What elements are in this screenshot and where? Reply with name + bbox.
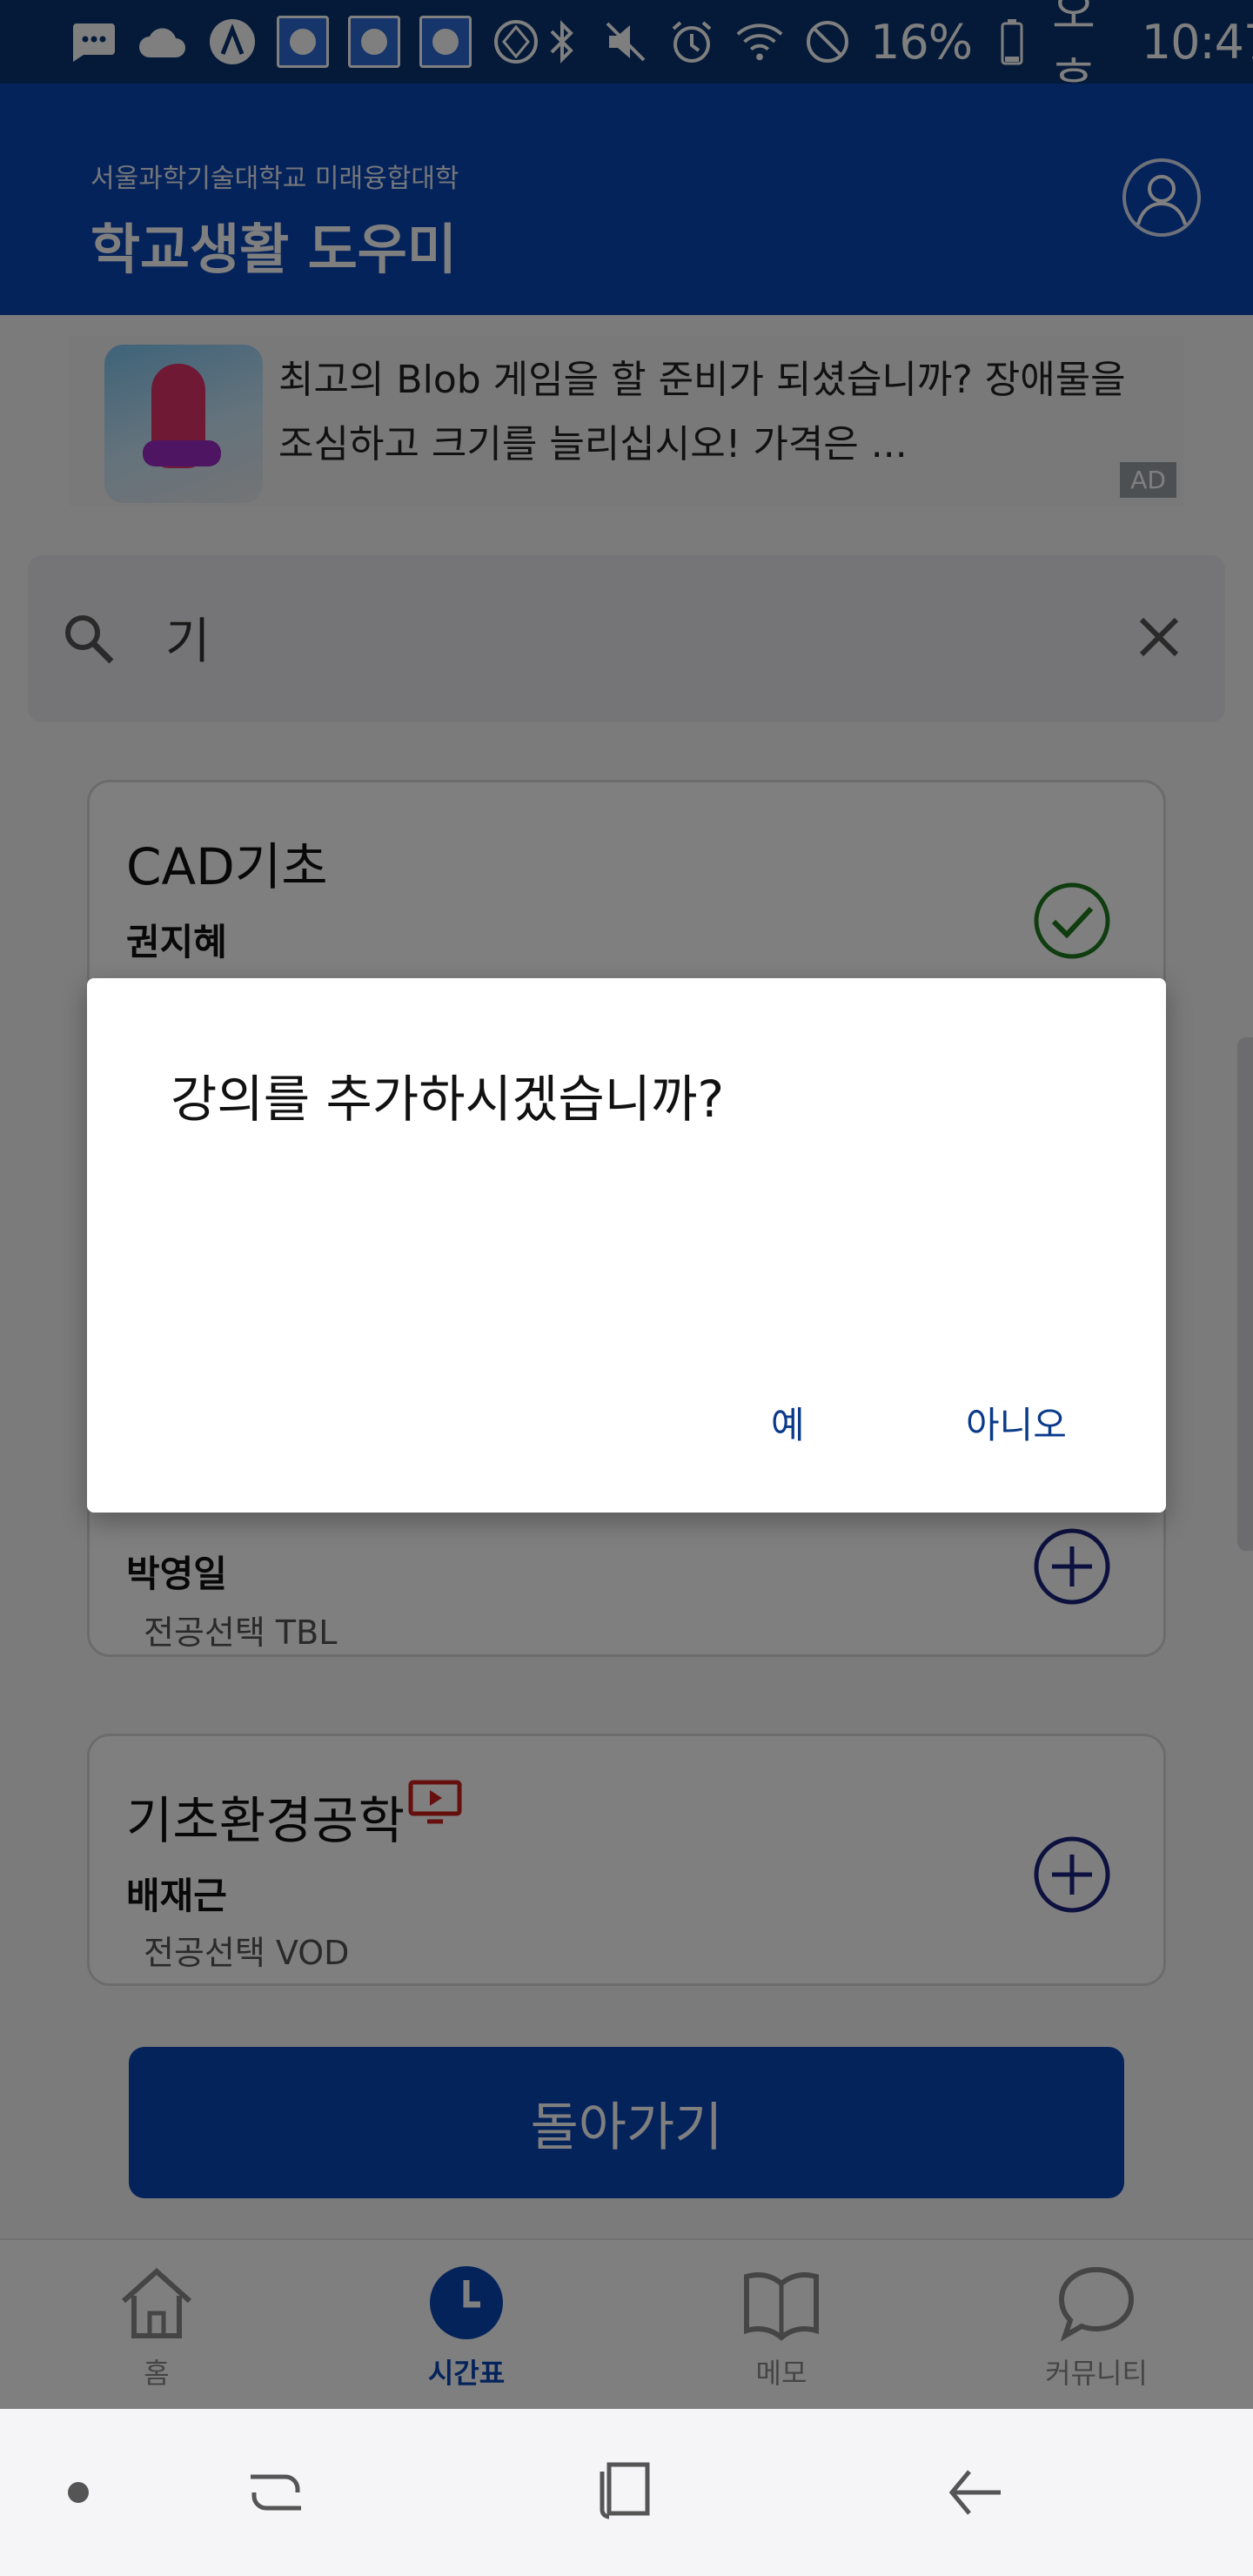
- yes-button[interactable]: 예: [771, 1396, 805, 1449]
- back-arrow-icon[interactable]: [945, 2461, 1006, 2527]
- dialog-message: 강의를 추가하시겠습니까?: [171, 1070, 725, 1129]
- confirm-dialog: 강의를 추가하시겠습니까? 예 아니오: [87, 978, 1166, 1513]
- nav-dot-icon: [68, 2482, 89, 2503]
- home-button-icon[interactable]: [597, 2459, 658, 2526]
- no-button[interactable]: 아니오: [966, 1396, 1067, 1449]
- system-nav-bar: [0, 2409, 1253, 2576]
- recents-icon[interactable]: [245, 2461, 306, 2527]
